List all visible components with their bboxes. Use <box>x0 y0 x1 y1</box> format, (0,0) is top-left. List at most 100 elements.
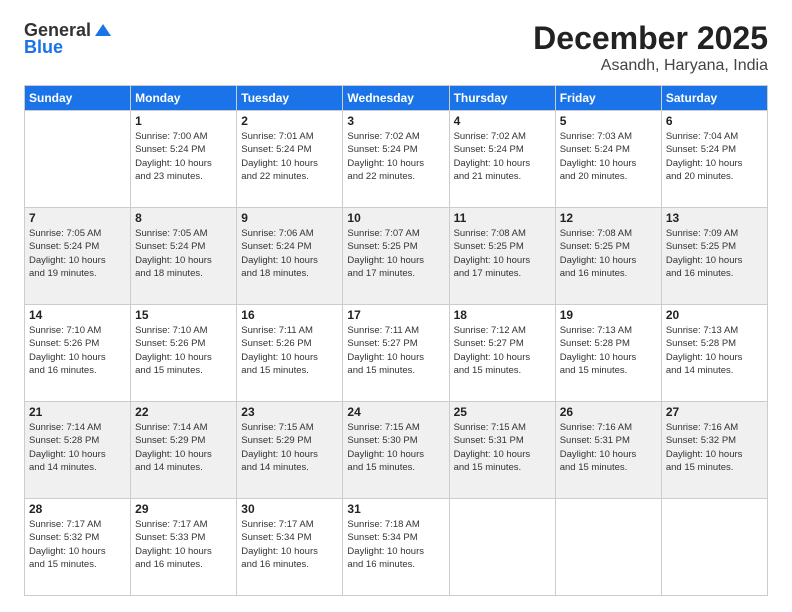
calendar-cell: 28 Sunrise: 7:17 AMSunset: 5:32 PMDayligh… <box>25 499 131 596</box>
calendar-cell: 7 Sunrise: 7:05 AMSunset: 5:24 PMDaylight… <box>25 208 131 305</box>
weekday-header-tuesday: Tuesday <box>237 86 343 111</box>
weekday-header-monday: Monday <box>131 86 237 111</box>
calendar-cell: 27Sunrise: 7:16 AMSunset: 5:32 PMDayligh… <box>661 402 767 499</box>
weekday-header-row: SundayMondayTuesdayWednesdayThursdayFrid… <box>25 86 768 111</box>
day-info: Sunrise: 7:17 AMSunset: 5:34 PMDaylight:… <box>241 518 338 571</box>
calendar-cell: 9 Sunrise: 7:06 AMSunset: 5:24 PMDaylight… <box>237 208 343 305</box>
day-info: Sunrise: 7:16 AMSunset: 5:31 PMDaylight:… <box>560 421 657 474</box>
day-info: Sunrise: 7:03 AMSunset: 5:24 PMDaylight:… <box>560 130 657 183</box>
day-number: 20 <box>666 308 763 322</box>
day-number: 12 <box>560 211 657 225</box>
day-number: 29 <box>135 502 232 516</box>
calendar-cell: 29 Sunrise: 7:17 AMSunset: 5:33 PMDayligh… <box>131 499 237 596</box>
weekday-header-thursday: Thursday <box>449 86 555 111</box>
calendar-cell: 19Sunrise: 7:13 AMSunset: 5:28 PMDayligh… <box>555 305 661 402</box>
logo: General Blue <box>24 20 113 58</box>
weekday-header-wednesday: Wednesday <box>343 86 449 111</box>
day-info: Sunrise: 7:18 AMSunset: 5:34 PMDaylight:… <box>347 518 444 571</box>
calendar-cell: 6 Sunrise: 7:04 AMSunset: 5:24 PMDaylight… <box>661 111 767 208</box>
day-number: 13 <box>666 211 763 225</box>
calendar-cell: 30 Sunrise: 7:17 AMSunset: 5:34 PMDayligh… <box>237 499 343 596</box>
day-info: Sunrise: 7:17 AMSunset: 5:32 PMDaylight:… <box>29 518 126 571</box>
day-info: Sunrise: 7:11 AMSunset: 5:27 PMDaylight:… <box>347 324 444 377</box>
day-number: 25 <box>454 405 551 419</box>
day-info: Sunrise: 7:13 AMSunset: 5:28 PMDaylight:… <box>560 324 657 377</box>
day-info: Sunrise: 7:05 AMSunset: 5:24 PMDaylight:… <box>29 227 126 280</box>
calendar: SundayMondayTuesdayWednesdayThursdayFrid… <box>24 85 768 596</box>
day-number: 22 <box>135 405 232 419</box>
calendar-cell: 31 Sunrise: 7:18 AMSunset: 5:34 PMDayligh… <box>343 499 449 596</box>
day-info: Sunrise: 7:08 AMSunset: 5:25 PMDaylight:… <box>454 227 551 280</box>
day-info: Sunrise: 7:02 AMSunset: 5:24 PMDaylight:… <box>347 130 444 183</box>
calendar-cell: 25 Sunrise: 7:15 AMSunset: 5:31 PMDayligh… <box>449 402 555 499</box>
calendar-cell: 14Sunrise: 7:10 AMSunset: 5:26 PMDayligh… <box>25 305 131 402</box>
day-info: Sunrise: 7:15 AMSunset: 5:30 PMDaylight:… <box>347 421 444 474</box>
day-number: 9 <box>241 211 338 225</box>
day-number: 23 <box>241 405 338 419</box>
day-number: 2 <box>241 114 338 128</box>
day-info: Sunrise: 7:15 AMSunset: 5:31 PMDaylight:… <box>454 421 551 474</box>
calendar-cell: 2Sunrise: 7:01 AMSunset: 5:24 PMDaylight… <box>237 111 343 208</box>
logo-icon <box>93 20 113 40</box>
day-number: 11 <box>454 211 551 225</box>
day-number: 18 <box>454 308 551 322</box>
day-info: Sunrise: 7:14 AMSunset: 5:29 PMDaylight:… <box>135 421 232 474</box>
day-number: 26 <box>560 405 657 419</box>
day-info: Sunrise: 7:09 AMSunset: 5:25 PMDaylight:… <box>666 227 763 280</box>
day-number: 8 <box>135 211 232 225</box>
calendar-cell: 23 Sunrise: 7:15 AMSunset: 5:29 PMDayligh… <box>237 402 343 499</box>
day-number: 21 <box>29 405 126 419</box>
day-info: Sunrise: 7:15 AMSunset: 5:29 PMDaylight:… <box>241 421 338 474</box>
day-number: 15 <box>135 308 232 322</box>
calendar-cell: 26 Sunrise: 7:16 AMSunset: 5:31 PMDayligh… <box>555 402 661 499</box>
day-info: Sunrise: 7:14 AMSunset: 5:28 PMDaylight:… <box>29 421 126 474</box>
month-title: December 2025 <box>533 20 768 57</box>
day-number: 27 <box>666 405 763 419</box>
day-number: 16 <box>241 308 338 322</box>
day-info: Sunrise: 7:10 AMSunset: 5:26 PMDaylight:… <box>135 324 232 377</box>
weekday-header-sunday: Sunday <box>25 86 131 111</box>
day-number: 31 <box>347 502 444 516</box>
day-info: Sunrise: 7:17 AMSunset: 5:33 PMDaylight:… <box>135 518 232 571</box>
day-number: 14 <box>29 308 126 322</box>
calendar-cell: 1Sunrise: 7:00 AMSunset: 5:24 PMDaylight… <box>131 111 237 208</box>
calendar-cell <box>449 499 555 596</box>
calendar-cell: 20 Sunrise: 7:13 AMSunset: 5:28 PMDayligh… <box>661 305 767 402</box>
day-info: Sunrise: 7:02 AMSunset: 5:24 PMDaylight:… <box>454 130 551 183</box>
day-info: Sunrise: 7:06 AMSunset: 5:24 PMDaylight:… <box>241 227 338 280</box>
day-info: Sunrise: 7:05 AMSunset: 5:24 PMDaylight:… <box>135 227 232 280</box>
day-info: Sunrise: 7:13 AMSunset: 5:28 PMDaylight:… <box>666 324 763 377</box>
logo-blue: Blue <box>24 37 63 58</box>
calendar-cell: 13 Sunrise: 7:09 AMSunset: 5:25 PMDayligh… <box>661 208 767 305</box>
day-info: Sunrise: 7:11 AMSunset: 5:26 PMDaylight:… <box>241 324 338 377</box>
day-number: 17 <box>347 308 444 322</box>
calendar-cell: 5Sunrise: 7:03 AMSunset: 5:24 PMDaylight… <box>555 111 661 208</box>
day-info: Sunrise: 7:00 AMSunset: 5:24 PMDaylight:… <box>135 130 232 183</box>
header: General Blue December 2025 Asandh, Harya… <box>24 20 768 75</box>
weekday-header-saturday: Saturday <box>661 86 767 111</box>
calendar-cell: 24Sunrise: 7:15 AMSunset: 5:30 PMDayligh… <box>343 402 449 499</box>
calendar-cell <box>25 111 131 208</box>
weekday-header-friday: Friday <box>555 86 661 111</box>
calendar-week-0: 1Sunrise: 7:00 AMSunset: 5:24 PMDaylight… <box>25 111 768 208</box>
calendar-cell: 11 Sunrise: 7:08 AMSunset: 5:25 PMDayligh… <box>449 208 555 305</box>
day-number: 10 <box>347 211 444 225</box>
calendar-cell: 16 Sunrise: 7:11 AMSunset: 5:26 PMDayligh… <box>237 305 343 402</box>
title-block: December 2025 Asandh, Haryana, India <box>533 20 768 75</box>
day-number: 3 <box>347 114 444 128</box>
calendar-week-3: 21 Sunrise: 7:14 AMSunset: 5:28 PMDayligh… <box>25 402 768 499</box>
day-info: Sunrise: 7:04 AMSunset: 5:24 PMDaylight:… <box>666 130 763 183</box>
calendar-cell <box>661 499 767 596</box>
day-info: Sunrise: 7:07 AMSunset: 5:25 PMDaylight:… <box>347 227 444 280</box>
calendar-cell: 22 Sunrise: 7:14 AMSunset: 5:29 PMDayligh… <box>131 402 237 499</box>
calendar-cell: 18Sunrise: 7:12 AMSunset: 5:27 PMDayligh… <box>449 305 555 402</box>
calendar-cell: 10 Sunrise: 7:07 AMSunset: 5:25 PMDayligh… <box>343 208 449 305</box>
day-number: 7 <box>29 211 126 225</box>
page: General Blue December 2025 Asandh, Harya… <box>0 0 792 612</box>
day-number: 6 <box>666 114 763 128</box>
calendar-week-2: 14 Sunrise: 7:10 AMSunset: 5:26 PMDayligh… <box>25 305 768 402</box>
day-number: 28 <box>29 502 126 516</box>
calendar-week-4: 28 Sunrise: 7:17 AMSunset: 5:32 PMDayligh… <box>25 499 768 596</box>
day-number: 30 <box>241 502 338 516</box>
calendar-cell: 21 Sunrise: 7:14 AMSunset: 5:28 PMDayligh… <box>25 402 131 499</box>
